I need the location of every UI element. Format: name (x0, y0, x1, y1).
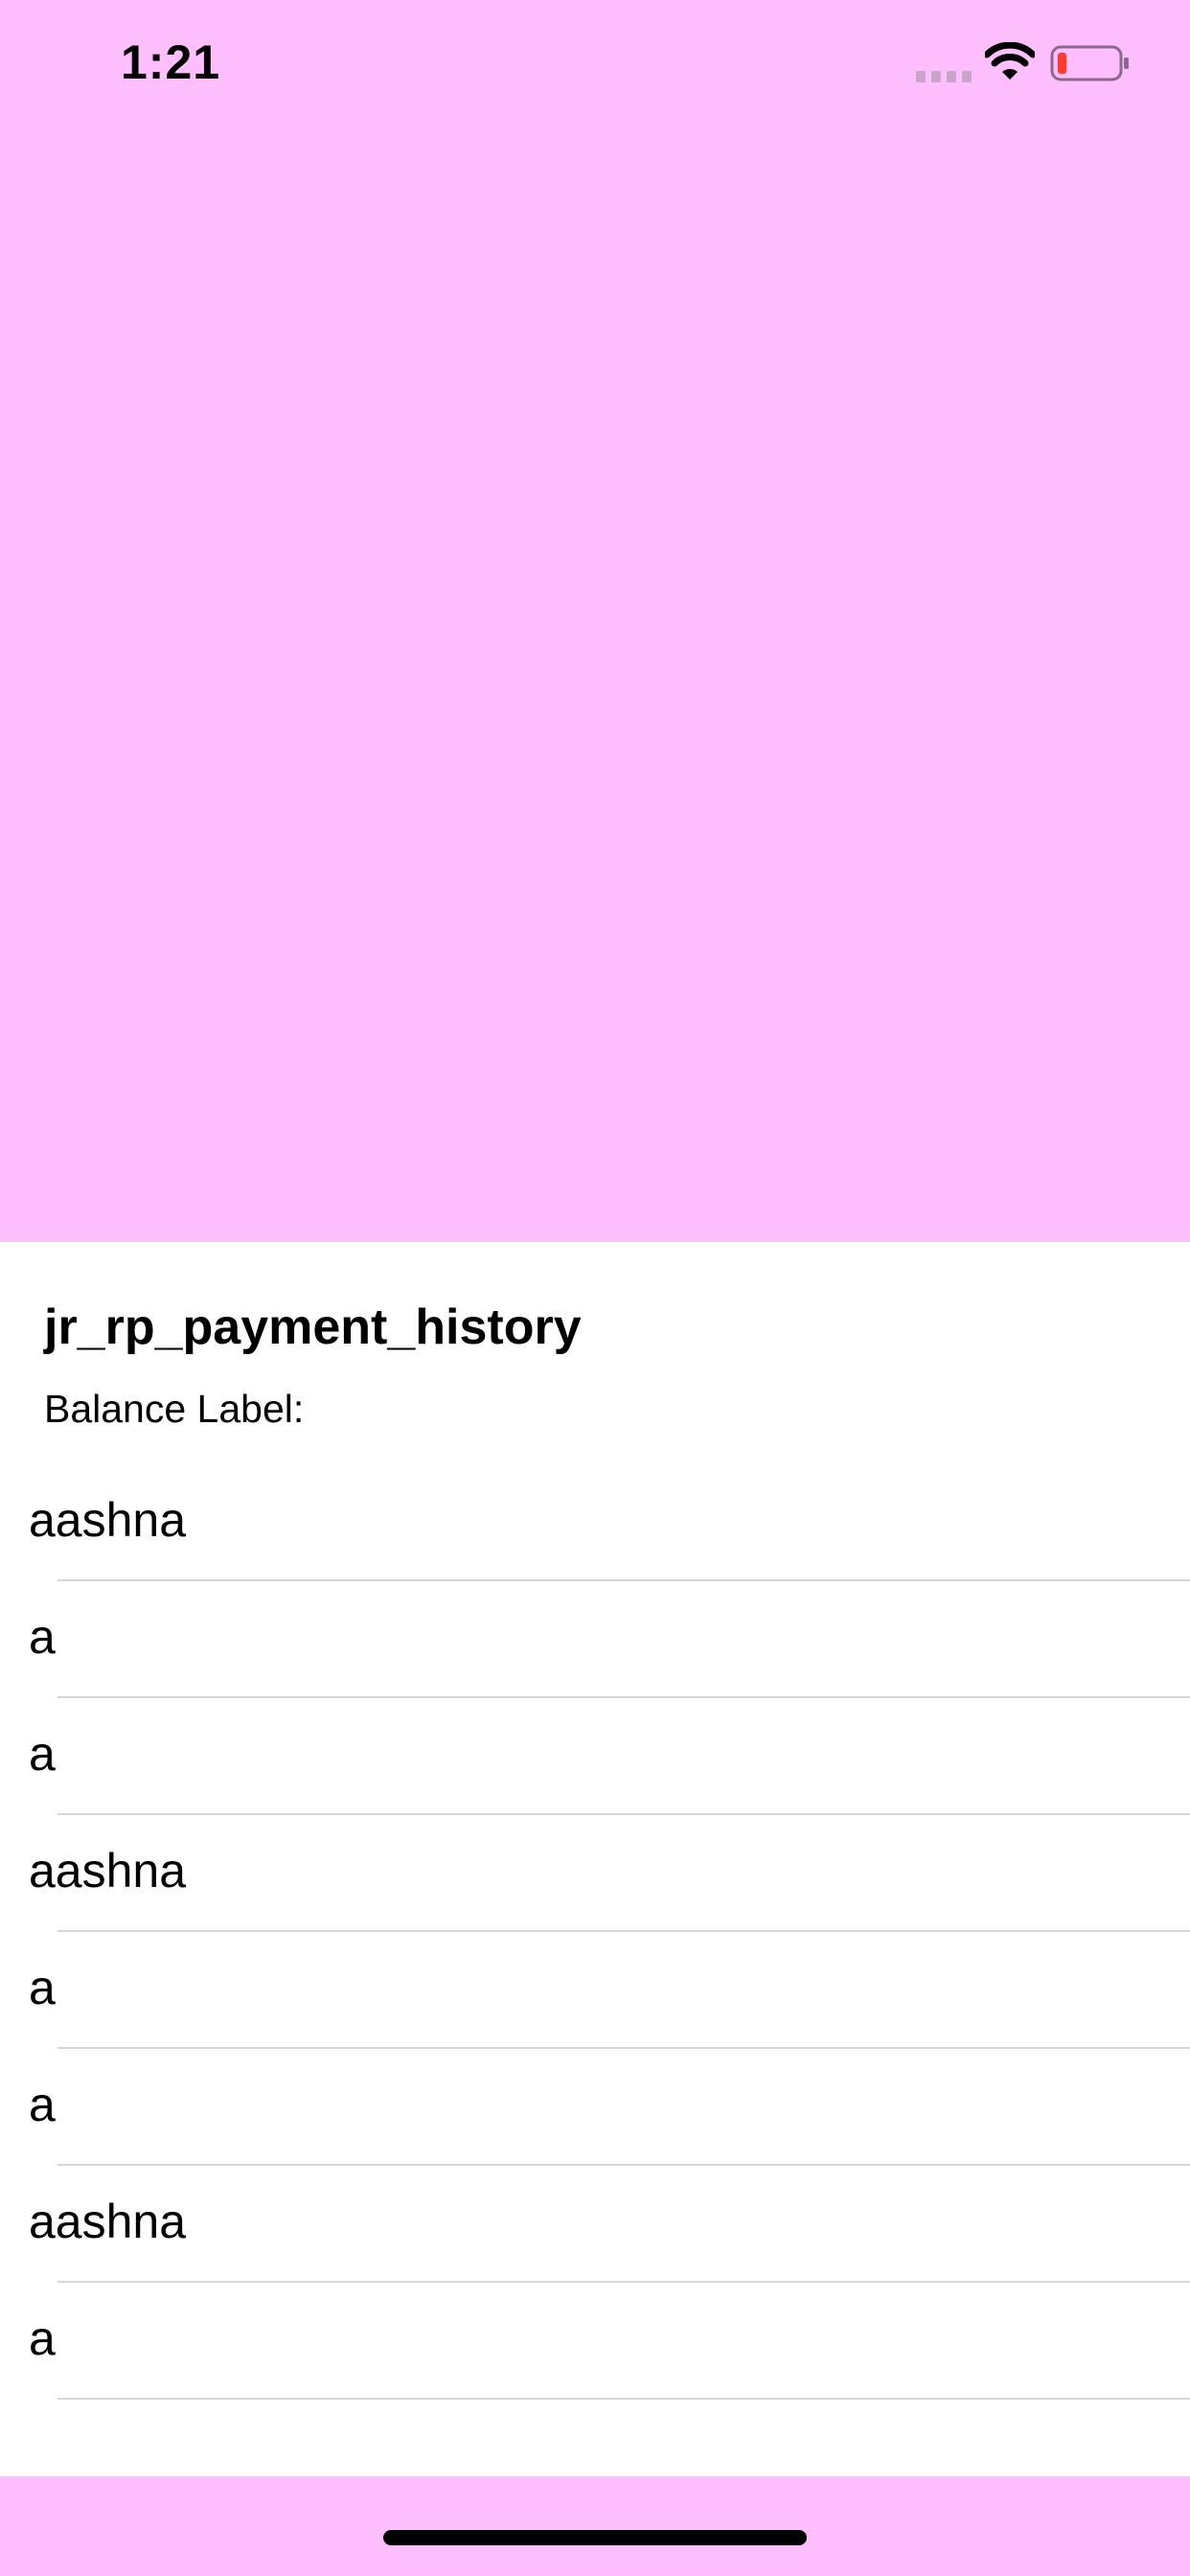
list-item[interactable]: aashna (0, 1815, 1190, 1932)
home-indicator[interactable] (383, 2530, 807, 2545)
list-item-label: aashna (29, 2195, 187, 2248)
divider (57, 2398, 1190, 2400)
payment-history-list: aashna a a aashna a a aashna a (0, 1464, 1190, 2400)
list-item[interactable]: a (0, 1932, 1190, 2049)
page-title: jr_rp_payment_history (44, 1300, 582, 1355)
status-bar: 1:21 (0, 0, 1190, 126)
wifi-icon (985, 42, 1035, 80)
battery-icon (1050, 45, 1129, 81)
list-item[interactable]: a (0, 2049, 1190, 2166)
list-item[interactable]: aashna (0, 1464, 1190, 1581)
signal-icon (916, 71, 972, 82)
list-item-label: a (29, 2312, 56, 2365)
list-item[interactable]: aashna (0, 2166, 1190, 2283)
list-item-label: a (29, 1727, 56, 1781)
list-item-label: a (29, 2078, 56, 2131)
list-item-label: a (29, 1961, 56, 2014)
status-time: 1:21 (121, 35, 221, 89)
list-item-label: aashna (29, 1493, 187, 1547)
payment-history-panel: jr_rp_payment_history Balance Label: aas… (0, 1242, 1190, 2476)
list-item[interactable]: a (0, 1581, 1190, 1698)
list-item-label: a (29, 1610, 56, 1664)
list-item-label: aashna (29, 1844, 187, 1898)
list-item[interactable]: a (0, 2283, 1190, 2400)
list-item[interactable]: a (0, 1698, 1190, 1815)
balance-label: Balance Label: (44, 1387, 305, 1431)
